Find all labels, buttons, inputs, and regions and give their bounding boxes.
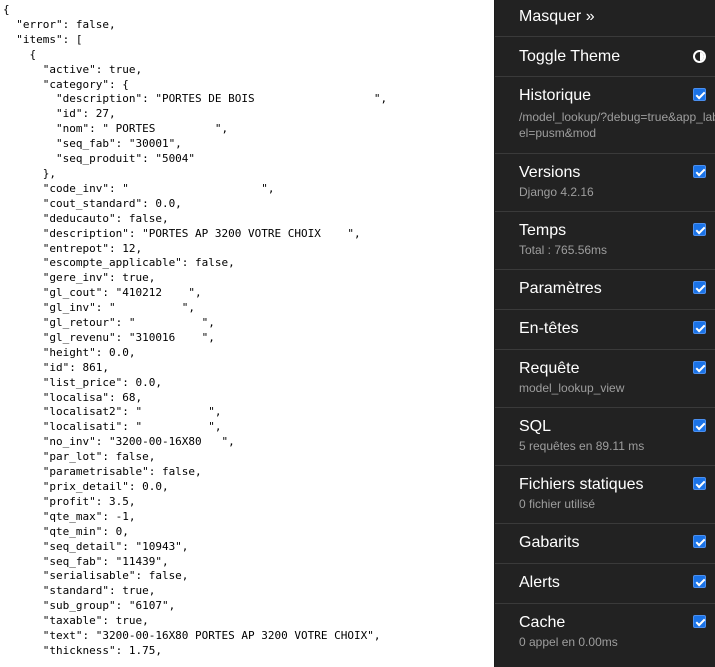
panel-toggle-checkbox[interactable] (693, 281, 706, 294)
panel-title: Paramètres (519, 280, 602, 297)
panel-title: Temps (519, 222, 567, 239)
panel-title: Historique (519, 87, 592, 104)
panel-title: Versions (519, 164, 581, 181)
panel-temps[interactable]: Temps Total : 765.56ms (495, 212, 715, 270)
panel-toggle-checkbox[interactable] (693, 575, 706, 588)
panel-subtitle: Django 4.2.16 (519, 185, 594, 199)
panel-title: Gabarits (519, 534, 580, 551)
hide-toolbar-button[interactable]: Masquer » (495, 0, 715, 37)
panel-toggle-checkbox[interactable] (693, 419, 706, 432)
panel-subtitle: Total : 765.56ms (519, 243, 608, 257)
panel-toggle-checkbox[interactable] (693, 615, 706, 628)
hide-toolbar-label: Masquer » (519, 8, 595, 25)
panel-subtitle: 0 fichier utilisé (519, 497, 596, 511)
panel-cache[interactable]: Cache 0 appel en 0.00ms (495, 604, 715, 667)
panel-requete[interactable]: Requête model_lookup_view (495, 350, 715, 408)
panel-gabarits[interactable]: Gabarits (495, 524, 715, 564)
panel-versions[interactable]: Versions Django 4.2.16 (495, 154, 715, 212)
json-response-text: { "error": false, "items": [ { "active":… (3, 3, 388, 657)
panel-title: Requête (519, 360, 580, 377)
toggle-theme-label: Toggle Theme (519, 48, 621, 65)
panel-toggle-checkbox[interactable] (693, 165, 706, 178)
panel-subtitle: 0 appel en 0.00ms (519, 635, 618, 649)
panel-title: Fichiers statiques (519, 476, 644, 493)
panel-fichiers-statiques[interactable]: Fichiers statiques 0 fichier utilisé (495, 466, 715, 524)
panel-en-tetes[interactable]: En-têtes (495, 310, 715, 350)
panel-subtitle: /model_lookup/?debug=true&app_label=pusm… (519, 110, 715, 140)
panel-toggle-checkbox[interactable] (693, 361, 706, 374)
panel-toggle-checkbox[interactable] (693, 535, 706, 548)
panel-toggle-checkbox[interactable] (693, 223, 706, 236)
panel-historique[interactable]: Historique /model_lookup/?debug=true&app… (495, 77, 715, 154)
panel-title: SQL (519, 418, 552, 435)
panel-toggle-checkbox[interactable] (693, 321, 706, 334)
json-response-viewer: { "error": false, "items": [ { "active":… (0, 0, 494, 667)
panel-sql[interactable]: SQL 5 requêtes en 89.11 ms (495, 408, 715, 466)
panel-title: Cache (519, 614, 566, 631)
panel-toggle-checkbox[interactable] (693, 477, 706, 490)
toggle-theme-button[interactable]: Toggle Theme (495, 37, 715, 77)
panel-title: En-têtes (519, 320, 579, 337)
panel-subtitle: 5 requêtes en 89.11 ms (519, 439, 645, 453)
panel-alerts[interactable]: Alerts (495, 564, 715, 604)
panel-toggle-checkbox[interactable] (693, 88, 706, 101)
panel-title: Alerts (519, 574, 560, 591)
panel-parametres[interactable]: Paramètres (495, 270, 715, 310)
half-circle-icon (693, 50, 706, 63)
debug-toolbar: Masquer » Toggle Theme Historique /model… (494, 0, 715, 667)
panel-subtitle: model_lookup_view (519, 381, 625, 395)
